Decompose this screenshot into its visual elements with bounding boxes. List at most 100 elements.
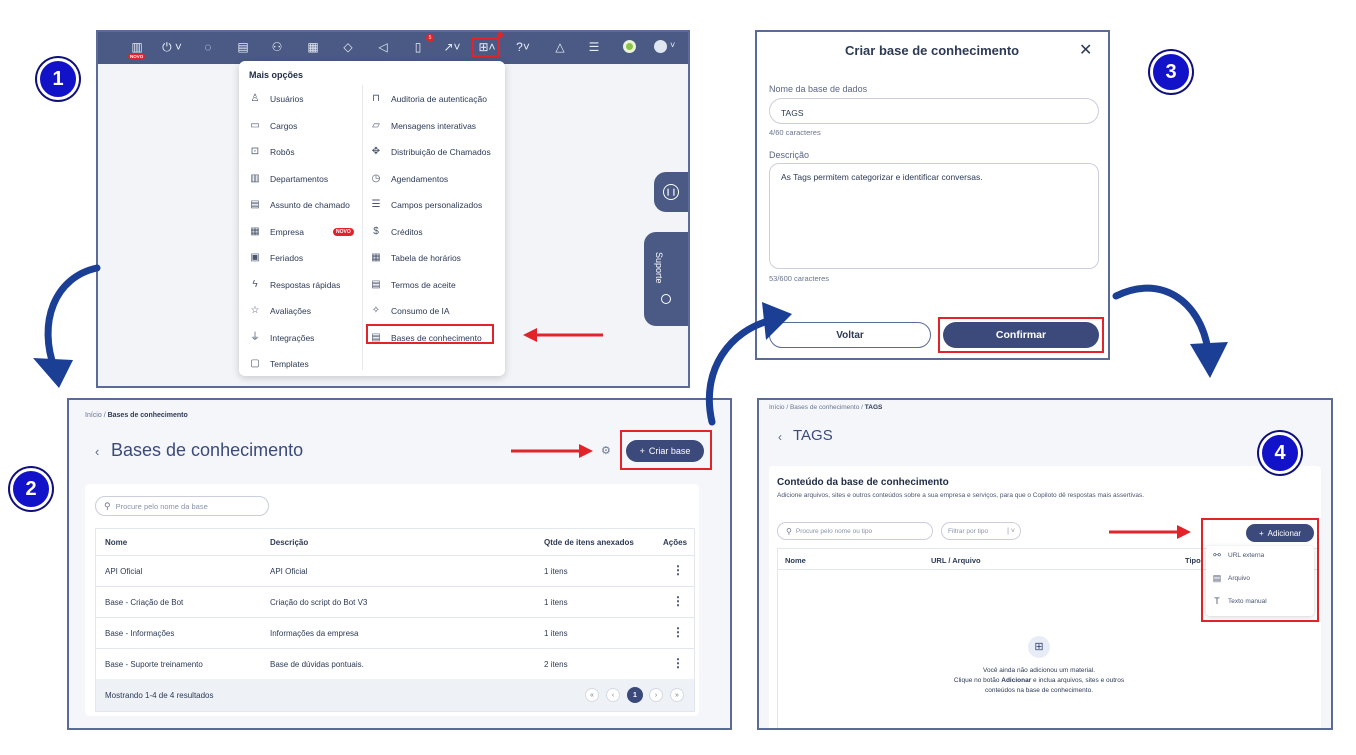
menu-item-label: Tabela de horários	[391, 253, 461, 263]
menu-item-label: Empresa	[270, 226, 305, 237]
row-actions-kebab-icon[interactable]: ⋮	[672, 656, 684, 670]
table-row[interactable]: Base - Suporte treinamento Base de dúvida…	[96, 648, 694, 679]
list-circle-icon[interactable]: ☰	[587, 40, 601, 54]
columns-icon[interactable]: ▥	[130, 40, 144, 54]
search-placeholder: Procure pelo nome ou tipo	[795, 527, 873, 535]
table: Nome Descrição Qtde de itens anexados Aç…	[95, 528, 695, 712]
highlight-grid-menu	[472, 37, 500, 57]
menu-item[interactable]: ▦ Tabela de horários	[370, 252, 461, 264]
add-button[interactable]: + Adicionar	[1246, 524, 1314, 542]
support-smile-icon	[661, 294, 671, 304]
panel-step-1: ▥ NOVO ⏻ ˅ ◌ ▤ ⚇ ▦ ◇ ◁ ▯ 5 ↗˅ ⊞˄ ?˅ △ ☰ …	[96, 30, 690, 388]
plug-menu-icon[interactable]: ⏻ ˅	[160, 40, 184, 54]
table-icon: ▦	[371, 252, 381, 263]
tablet-icon[interactable]: ▯	[411, 40, 425, 54]
column-header-description: Descrição	[270, 538, 309, 547]
help-icon[interactable]: ?˅	[512, 40, 534, 54]
menu-item-label: Templates	[270, 359, 309, 369]
prev-page-button[interactable]: ‹	[606, 688, 620, 702]
users-icon[interactable]: ⚇	[270, 40, 284, 54]
row-actions-kebab-icon[interactable]: ⋮	[672, 594, 684, 608]
avatar-chevron-icon[interactable]: ˅	[670, 40, 675, 50]
close-icon[interactable]: ✕	[1079, 40, 1092, 60]
description-textarea[interactable]: As Tags permitem categorizar e identific…	[769, 163, 1099, 269]
menu-item[interactable]: $ Créditos	[370, 226, 422, 238]
pause-button[interactable]: ❙❙	[654, 172, 688, 212]
name-label: Nome da base de dados	[769, 84, 868, 94]
add-dropdown-menu: ⚯ URL externa ▤ Arquivo T Texto manual	[1206, 546, 1314, 616]
menu-item[interactable]: ☰ Campos personalizados	[370, 199, 483, 211]
menu-item[interactable]: ▤ Assunto de chamado	[249, 199, 350, 211]
name-input[interactable]: TAGS	[769, 98, 1099, 124]
tag-icon[interactable]: ◇	[341, 40, 355, 54]
column-header-name: Nome	[105, 538, 128, 547]
section-title: Conteúdo da base de conhecimento	[777, 477, 949, 488]
chat-bubble-icon[interactable]: ◌	[201, 40, 215, 54]
flow-arrow-1-to-2	[33, 264, 101, 388]
menu-item[interactable]: ▥ Departamentos	[249, 173, 328, 185]
confirm-button[interactable]: Confirmar	[943, 322, 1099, 348]
row-actions-kebab-icon[interactable]: ⋮	[672, 563, 684, 577]
contacts-book-icon[interactable]: ▤	[236, 40, 250, 54]
menu-item-label: Auditoria de autenticação	[391, 94, 487, 104]
menu-item[interactable]: ⊓ Auditoria de autenticação	[370, 93, 487, 105]
menu-divider	[362, 85, 363, 370]
menu-item[interactable]: ▤ Termos de aceite	[370, 279, 455, 291]
list-icon: ☰	[371, 199, 381, 210]
trending-icon[interactable]: ↗˅	[441, 40, 463, 54]
search-input[interactable]: ⚲ Procure pelo nome da base	[95, 496, 269, 516]
menu-item[interactable]: ◷ Agendamentos	[370, 173, 449, 185]
megaphone-icon[interactable]: ◁	[376, 40, 390, 54]
menu-item-label: Campos personalizados	[391, 200, 483, 210]
next-page-button[interactable]: ›	[649, 688, 663, 702]
breadcrumb-home[interactable]: Início	[85, 412, 102, 419]
back-chevron-icon[interactable]: ‹	[778, 430, 782, 444]
table-cell: Informações da empresa	[270, 629, 359, 638]
current-page-button[interactable]: 1	[627, 687, 643, 703]
create-base-button[interactable]: + Criar base	[626, 440, 704, 462]
table-row[interactable]: Base - Informações Informações da empresa…	[96, 617, 694, 648]
calculator-icon[interactable]: ▦	[306, 40, 320, 54]
menu-item[interactable]: ▦ Empresa NOVO	[249, 226, 354, 238]
menu-item-label: Integrações	[270, 332, 315, 343]
table-row[interactable]: API Oficial API Oficial 1 itens ⋮	[96, 555, 694, 586]
magic-icon: ✧	[371, 305, 381, 316]
last-page-button[interactable]: »	[670, 688, 684, 702]
menu-item[interactable]: ♙ Usuários	[249, 93, 304, 105]
table-cell: 2 itens	[544, 660, 568, 669]
table-row[interactable]: Base - Criação de Bot Criação do script d…	[96, 586, 694, 617]
dropdown-item[interactable]: T Texto manual	[1212, 596, 1266, 606]
support-tab-label: Suporte	[654, 252, 664, 284]
menu-item[interactable]: ⏚ Integrações	[249, 332, 314, 344]
add-file-icon: ⊞	[1028, 636, 1050, 658]
dropdown-item-label: Arquivo	[1228, 575, 1251, 582]
menu-item[interactable]: ▭ Cargos	[249, 120, 297, 132]
gear-icon[interactable]: ⚙	[601, 444, 611, 457]
back-chevron-icon[interactable]: ‹	[95, 444, 99, 459]
avatar[interactable]	[654, 40, 667, 53]
menu-item[interactable]: ☆ Avaliações	[249, 305, 311, 317]
menu-item[interactable]: ϟ Respostas rápidas	[249, 279, 340, 291]
menu-item[interactable]: ▣ Feriados	[249, 252, 303, 264]
menu-item[interactable]: ▢ Templates	[249, 358, 309, 370]
menu-item[interactable]: ▱ Mensagens interativas	[370, 120, 476, 132]
dropdown-item[interactable]: ▤ Arquivo	[1212, 573, 1250, 584]
support-tab[interactable]: Suporte	[644, 232, 688, 326]
first-page-button[interactable]: «	[585, 688, 599, 702]
panel-step-2: Início / Bases de conhecimento ‹ Bases d…	[67, 398, 732, 730]
menu-item[interactable]: ⊡ Robôs	[249, 146, 295, 158]
add-button-label: Adicionar	[1267, 528, 1302, 538]
status-indicator-icon[interactable]	[623, 40, 636, 53]
menu-item[interactable]: ✥ Distribuição de Chamados	[370, 146, 491, 158]
search-input[interactable]: ⚲ Procure pelo nome ou tipo	[777, 522, 933, 540]
step-badge-1: 1	[37, 58, 79, 100]
row-actions-kebab-icon[interactable]: ⋮	[672, 625, 684, 639]
type-filter-select[interactable]: Filtrar por tipo | ˅	[941, 522, 1021, 540]
dropdown-item[interactable]: ⚯ URL externa	[1212, 550, 1264, 561]
bell-icon[interactable]: △	[553, 40, 567, 54]
results-summary: Mostrando 1-4 de 4 resultados	[105, 691, 214, 700]
menu-item[interactable]: ✧ Consumo de IA	[370, 305, 450, 317]
table-cell: Base - Criação de Bot	[105, 598, 184, 607]
calendar-icon: ▣	[250, 252, 260, 263]
building-icon: ▥	[250, 172, 260, 184]
